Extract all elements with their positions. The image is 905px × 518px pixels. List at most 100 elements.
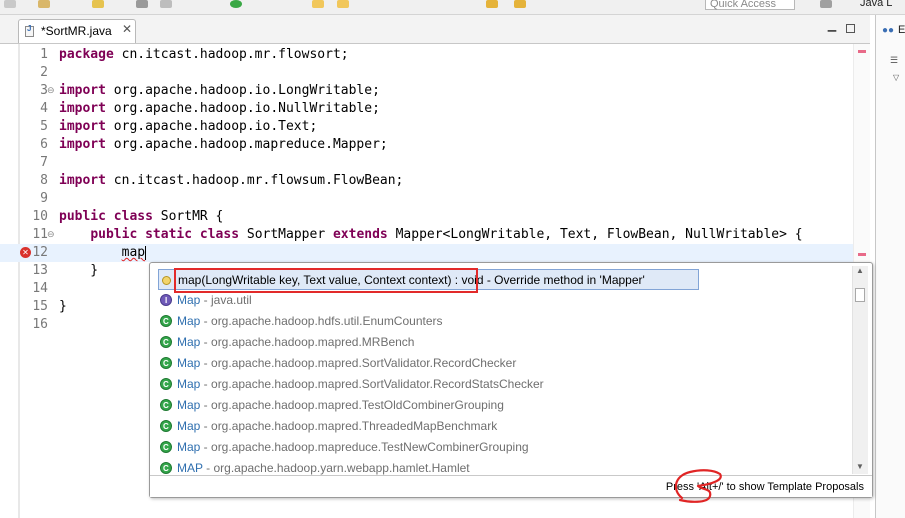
popup-status-hint: Press 'Alt+/' to show Template Proposals <box>150 475 872 497</box>
toolbar-icon-7[interactable] <box>312 0 324 8</box>
class-icon <box>160 395 172 416</box>
line-number: 14 <box>32 281 48 296</box>
code-line[interactable]: 10 public class SortMR { <box>0 208 853 226</box>
proposal-scrollbar[interactable]: ▲ ▼ <box>852 266 868 474</box>
code-text: import cn.itcast.hadoop.mr.flowsum.FlowB… <box>59 173 404 188</box>
outline-view-label[interactable]: E <box>898 24 905 36</box>
code-line[interactable]: 7 <box>0 154 853 172</box>
code-text: public static class SortMapper extends M… <box>90 227 803 242</box>
ruler-mark-error[interactable] <box>858 50 866 53</box>
code-text: public class SortMR { <box>59 209 224 224</box>
annotation-scribble <box>674 469 722 503</box>
java-perspective-button[interactable]: Java L <box>860 0 892 9</box>
toolbar-icon-8[interactable] <box>337 0 349 8</box>
class-icon <box>160 332 172 353</box>
code-line[interactable]: 8 import cn.itcast.hadoop.mr.flowsum.Flow… <box>0 172 853 190</box>
java-file-icon <box>25 24 34 37</box>
tab-sortmr-java[interactable]: *SortMR.java ✕ <box>18 19 136 43</box>
code-line[interactable]: 12 ✕ map <box>0 244 853 262</box>
back-arrow-icon[interactable] <box>486 0 498 8</box>
perspective-open-icon[interactable] <box>820 0 832 8</box>
chevron-down-icon[interactable]: ▽ <box>893 73 899 82</box>
fold-toggle-icon[interactable]: ⊖ <box>47 82 55 100</box>
outline-side-panel: ●● E ☰ ▽ <box>875 15 905 518</box>
proposal-label: Map - org.apache.hadoop.mapred.SortValid… <box>177 377 544 391</box>
code-text: package cn.itcast.hadoop.mr.flowsort; <box>59 47 349 62</box>
class-icon <box>160 458 172 479</box>
error-marker-icon[interactable]: ✕ <box>20 247 31 258</box>
code-text: import org.apache.hadoop.mapreduce.Mappe… <box>59 137 388 152</box>
line-number: 11 <box>32 227 48 242</box>
proposal-item[interactable]: Map - org.apache.hadoop.mapred.SortValid… <box>158 374 848 395</box>
code-text: } <box>59 299 67 314</box>
close-icon[interactable]: ✕ <box>122 22 132 36</box>
code-text: } <box>59 263 99 278</box>
forward-arrow-icon[interactable] <box>514 0 526 8</box>
line-number: 3 <box>40 83 48 98</box>
code-line[interactable]: 1 package cn.itcast.hadoop.mr.flowsort; <box>0 46 853 64</box>
line-number: 2 <box>40 65 48 80</box>
text-caret <box>145 245 147 260</box>
line-number: 9 <box>40 191 48 206</box>
class-icon <box>160 437 172 458</box>
proposal-item[interactable]: Map - org.apache.hadoop.hdfs.util.EnumCo… <box>158 311 848 332</box>
method-icon <box>162 276 171 285</box>
ruler-mark-error[interactable] <box>858 253 866 256</box>
code-line[interactable]: 6 import org.apache.hadoop.mapreduce.Mapp… <box>0 136 853 154</box>
proposal-item[interactable]: Map - org.apache.hadoop.mapred.TestOldCo… <box>158 395 848 416</box>
proposal-label: Map - org.apache.hadoop.mapred.ThreadedM… <box>177 419 498 433</box>
toolbar-icon-1[interactable] <box>4 0 16 8</box>
line-number: 10 <box>32 209 48 224</box>
line-number: 4 <box>40 101 48 116</box>
proposal-item[interactable]: Map - org.apache.hadoop.mapred.ThreadedM… <box>158 416 848 437</box>
proposal-label: Map - org.apache.hadoop.mapred.SortValid… <box>177 356 517 370</box>
quick-access-input[interactable]: Quick Access <box>705 0 795 10</box>
code-line[interactable]: 4 import org.apache.hadoop.io.NullWritabl… <box>0 100 853 118</box>
line-number: 7 <box>40 155 48 170</box>
proposal-label: Map - org.apache.hadoop.hdfs.util.EnumCo… <box>177 314 443 328</box>
minimize-icon[interactable]: ▁ <box>826 20 838 32</box>
main-toolbar: Quick Access Java L <box>0 0 905 15</box>
maximize-icon[interactable] <box>846 24 855 33</box>
proposal-item[interactable]: Map - java.util <box>158 290 848 311</box>
line-number: 6 <box>40 137 48 152</box>
line-number: 16 <box>32 317 48 332</box>
class-icon <box>160 374 172 395</box>
class-icon <box>160 311 172 332</box>
proposal-item[interactable]: Map - org.apache.hadoop.mapred.SortValid… <box>158 353 848 374</box>
line-number: 1 <box>40 47 48 62</box>
code-line[interactable]: 5 import org.apache.hadoop.io.Text; <box>0 118 853 136</box>
proposal-item[interactable]: Map - org.apache.hadoop.mapreduce.TestNe… <box>158 437 848 458</box>
scroll-up-icon[interactable]: ▲ <box>856 266 864 275</box>
class-icon <box>160 416 172 437</box>
toolbar-icon-2[interactable] <box>38 0 50 8</box>
line-number: 5 <box>40 119 48 134</box>
line-number: 15 <box>32 299 48 314</box>
code-line[interactable]: 3 ⊖ import org.apache.hadoop.io.LongWritab… <box>0 82 853 100</box>
proposal-label: Map - org.apache.hadoop.mapreduce.TestNe… <box>177 440 529 454</box>
tab-label: *SortMR.java <box>41 24 112 38</box>
scroll-thumb[interactable] <box>855 288 865 302</box>
code-line[interactable]: 9 <box>0 190 853 208</box>
code-text: map <box>121 245 147 260</box>
code-line[interactable]: 11 ⊖ public static class SortMapper exten… <box>0 226 853 244</box>
outline-view-icon[interactable]: ●● <box>882 25 894 36</box>
editor-tab-bar: *SortMR.java ✕ <box>0 15 870 44</box>
code-text: import org.apache.hadoop.io.NullWritable… <box>59 101 380 116</box>
toolbar-icon-4[interactable] <box>136 0 148 8</box>
run-icon[interactable] <box>230 0 242 8</box>
view-menu-icon[interactable]: ☰ <box>890 55 898 66</box>
fold-toggle-icon[interactable]: ⊖ <box>47 226 55 244</box>
proposal-item[interactable]: Map - org.apache.hadoop.mapred.MRBench <box>158 332 848 353</box>
code-text: import org.apache.hadoop.io.LongWritable… <box>59 83 380 98</box>
line-number: 13 <box>32 263 48 278</box>
toolbar-icon-5[interactable] <box>160 0 172 8</box>
proposal-label: Map - java.util <box>177 293 252 307</box>
code-line[interactable]: 2 <box>0 64 853 82</box>
code-text: import org.apache.hadoop.io.Text; <box>59 119 318 134</box>
toolbar-icon-3[interactable] <box>92 0 104 8</box>
content-assist-popup[interactable]: map(LongWritable key, Text value, Contex… <box>149 262 873 498</box>
class-icon <box>160 353 172 374</box>
interface-icon <box>160 290 172 311</box>
scroll-down-icon[interactable]: ▼ <box>856 462 864 471</box>
